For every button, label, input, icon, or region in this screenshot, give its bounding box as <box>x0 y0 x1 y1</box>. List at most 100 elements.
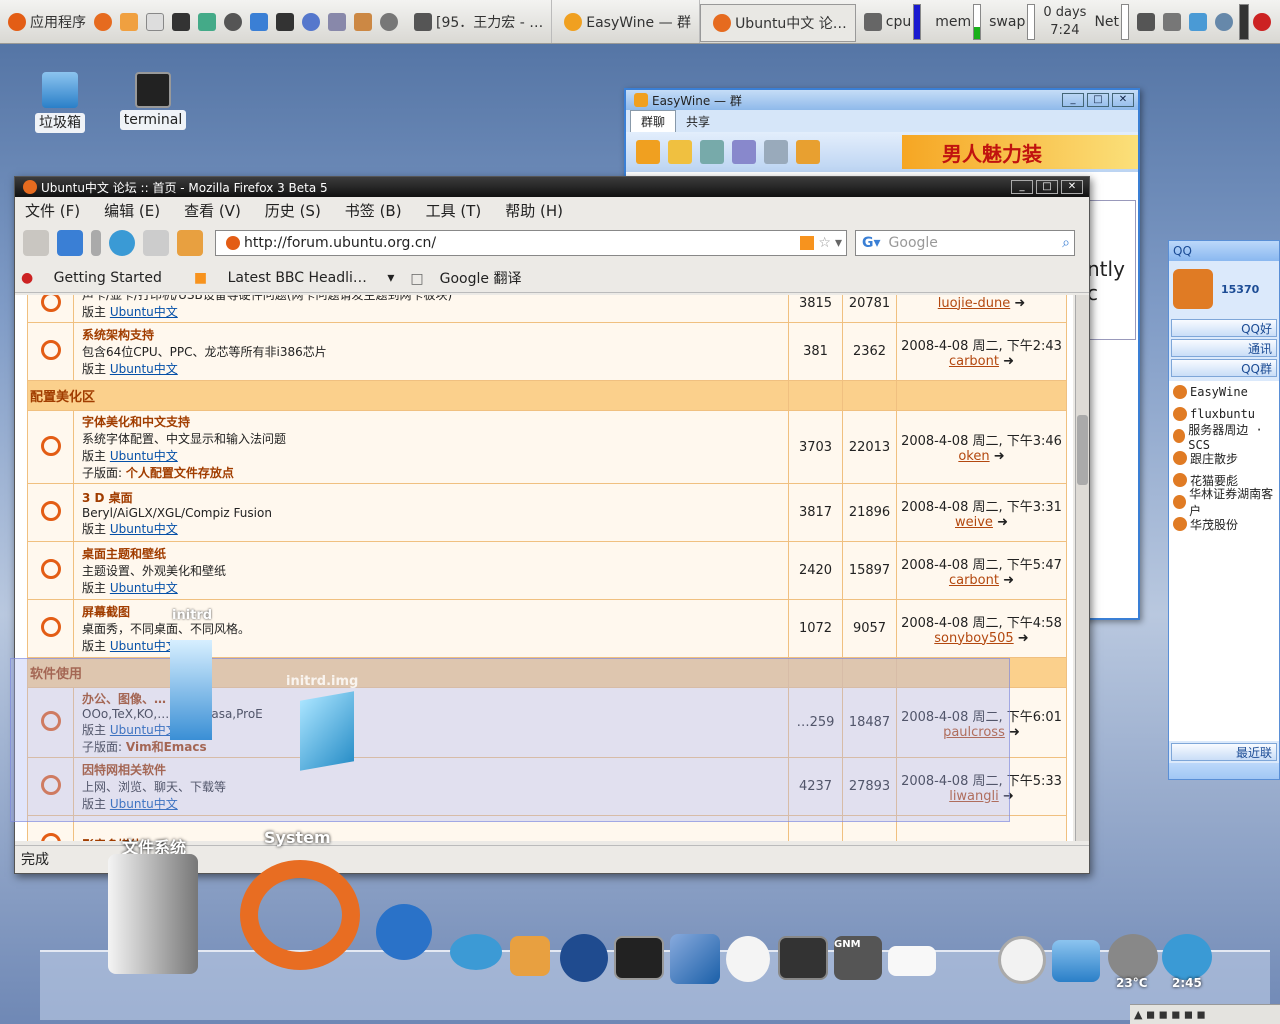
messenger-icon[interactable] <box>450 934 502 970</box>
text-editor-icon[interactable] <box>146 12 164 31</box>
moderator-link[interactable]: Ubuntu中文 <box>110 449 178 463</box>
forum-row[interactable]: 桌面主题和壁纸 主题设置、外观美化和壁纸 版主 Ubuntu中文 2420 15897 2… <box>27 541 1067 600</box>
calendar-icon[interactable] <box>354 12 372 31</box>
url-bar[interactable]: http://forum.ubuntu.org.cn/ ☆ ▾ <box>215 230 847 256</box>
menu-edit[interactable]: 编辑 (E) <box>104 200 160 221</box>
reload-icon[interactable] <box>109 230 135 256</box>
qq-friends-button[interactable]: QQ好 <box>1171 319 1277 337</box>
download-arrow-icon[interactable] <box>670 934 720 984</box>
desktop-trash[interactable]: 垃圾箱 <box>20 72 100 133</box>
goto-post-icon[interactable]: ➜ <box>1003 354 1014 369</box>
group-icon[interactable] <box>796 140 820 164</box>
easywine-maximize-button[interactable]: □ <box>1087 93 1109 107</box>
settings-icon[interactable] <box>764 140 788 164</box>
forum-row[interactable]: 字体美化和中文支持 系统字体配置、中文显示和输入法问题 版主 Ubuntu中文 子版面… <box>27 410 1067 484</box>
tools-icon[interactable] <box>700 140 724 164</box>
system-monitor-dock-icon[interactable] <box>778 936 828 980</box>
home-launcher-icon[interactable] <box>120 12 138 31</box>
qq-contact[interactable]: 华林证券湖南客户 <box>1169 487 1279 518</box>
bookmark-star-icon[interactable]: ☆ <box>818 235 831 251</box>
wireless-icon[interactable] <box>302 12 320 31</box>
forum-title[interactable]: 系统架构支持 <box>82 326 780 343</box>
qq-recent-button[interactable]: 最近联 <box>1171 743 1277 761</box>
search-bar[interactable]: G▾ Google ⌕ <box>855 230 1075 256</box>
applications-menu[interactable]: 应用程序 <box>0 0 90 43</box>
last-post-user[interactable]: carbont <box>949 573 999 588</box>
moderator-link[interactable]: Ubuntu中文 <box>110 305 178 319</box>
goto-post-icon[interactable]: ➜ <box>997 515 1008 530</box>
subforum-link[interactable]: 个人配置文件存放点 <box>126 466 234 480</box>
music-note-icon[interactable] <box>1162 934 1212 980</box>
menu-view[interactable]: 查看 (V) <box>184 200 241 221</box>
stop-icon[interactable] <box>143 230 169 256</box>
qq-contacts-button[interactable]: 通讯 <box>1171 339 1277 357</box>
notification-icon[interactable] <box>1163 12 1182 31</box>
bookmark-google-translate[interactable]: □ Google 翻译 <box>410 268 537 288</box>
mail-icon[interactable] <box>668 140 692 164</box>
system-monitor-icon[interactable] <box>198 12 216 31</box>
qq-contact[interactable]: 服务器周边 · SCS <box>1169 423 1279 452</box>
menu-file[interactable]: 文件 (F) <box>25 200 80 221</box>
last-post-user[interactable]: oken <box>958 449 989 464</box>
goto-post-icon[interactable]: ➜ <box>994 449 1005 464</box>
power-icon[interactable] <box>1253 12 1272 31</box>
weather-icon[interactable] <box>1108 934 1158 980</box>
search-icon[interactable]: ⌕ <box>1062 235 1070 251</box>
forum-title[interactable]: 字体美化和中文支持 <box>82 413 780 430</box>
scrollbar[interactable] <box>1075 295 1089 841</box>
last-post-user[interactable]: sonyboy505 <box>934 631 1013 646</box>
trash-dock-icon[interactable] <box>1052 940 1100 982</box>
filesystem-icon[interactable] <box>108 854 198 974</box>
rss-icon[interactable] <box>800 236 815 250</box>
gnm-stock-icon[interactable]: GNM <box>834 936 882 980</box>
desktop-terminal[interactable]: terminal <box>113 72 193 130</box>
forum-row[interactable]: 系统架构支持 包含64位CPU、PPC、龙芯等所有非i386芯片 版主 Ubuntu… <box>27 322 1067 381</box>
taskbar-item-easywine[interactable]: EasyWine — 群 <box>552 0 701 43</box>
taskbar-item-music[interactable]: [95．王力宏 - … <box>402 0 553 43</box>
bookmark-bbc[interactable]: ■ Latest BBC Headli… ▾ <box>194 270 394 286</box>
browser-icon[interactable] <box>376 904 432 960</box>
network-globe-icon[interactable] <box>560 934 608 982</box>
history-dropdown-icon[interactable] <box>91 230 101 256</box>
menu-history[interactable]: 历史 (S) <box>265 200 321 221</box>
gear-icon[interactable] <box>380 12 398 31</box>
easywine-minimize-button[interactable]: _ <box>1062 93 1084 107</box>
volume-icon[interactable] <box>1137 12 1156 31</box>
ubuntu-system-icon[interactable] <box>240 860 360 970</box>
menu-help[interactable]: 帮助 (H) <box>505 200 563 221</box>
tab-share[interactable]: 共享 <box>676 111 720 132</box>
moderator-link[interactable]: Ubuntu中文 <box>110 362 178 376</box>
goto-post-icon[interactable]: ➜ <box>1003 573 1014 588</box>
terminal-launcher-icon[interactable] <box>172 12 190 31</box>
ad-banner[interactable]: 男人魅力装 <box>902 135 1138 169</box>
home-folder-icon[interactable] <box>510 936 550 976</box>
forum-row[interactable]: 3 D 桌面 Beryl/AiGLX/XGL/Compiz Fusion 版主 Ub… <box>27 483 1067 542</box>
network-manager-icon[interactable] <box>328 12 346 31</box>
notes-icon[interactable] <box>888 946 936 976</box>
easywine-close-button[interactable]: ✕ <box>1112 93 1134 107</box>
last-post-user[interactable]: carbont <box>949 354 999 369</box>
runner-icon[interactable] <box>726 936 770 982</box>
menu-bookmarks[interactable]: 书签 (B) <box>345 200 402 221</box>
goto-post-icon[interactable]: ➜ <box>1018 631 1029 646</box>
menu-tools[interactable]: 工具 (T) <box>426 200 482 221</box>
forum-title[interactable]: 3 D 桌面 <box>82 489 780 506</box>
back-icon[interactable] <box>23 230 49 256</box>
url-dropdown-icon[interactable]: ▾ <box>835 235 842 251</box>
update-icon[interactable] <box>1215 12 1234 31</box>
last-post-user[interactable]: weive <box>955 515 993 530</box>
goto-post-icon[interactable]: ➜ <box>1009 725 1020 740</box>
system-monitor-applet[interactable]: cpu mem swap <box>856 0 1040 43</box>
qq-avatar[interactable] <box>1173 269 1213 309</box>
firefox-minimize-button[interactable]: _ <box>1011 180 1033 194</box>
qq-groups-button[interactable]: QQ群 <box>1171 359 1277 377</box>
forum-title[interactable]: 桌面主题和壁纸 <box>82 545 780 562</box>
easywine-titlebar[interactable]: EasyWine — 群 _ □ ✕ <box>626 90 1138 110</box>
forum-row[interactable]: 声卡/显卡/打印机/USB设备等硬件问题(网卡问题请发主题到网卡板块) 版主 Ub… <box>27 295 1067 323</box>
bookmark-getting-started[interactable]: ● Getting Started <box>21 270 178 286</box>
firefox-maximize-button[interactable]: □ <box>1036 180 1058 194</box>
clock-icon[interactable] <box>998 936 1046 984</box>
moderator-link[interactable]: Ubuntu中文 <box>110 639 178 653</box>
headphones-icon[interactable] <box>224 12 242 31</box>
home-icon[interactable] <box>177 230 203 256</box>
